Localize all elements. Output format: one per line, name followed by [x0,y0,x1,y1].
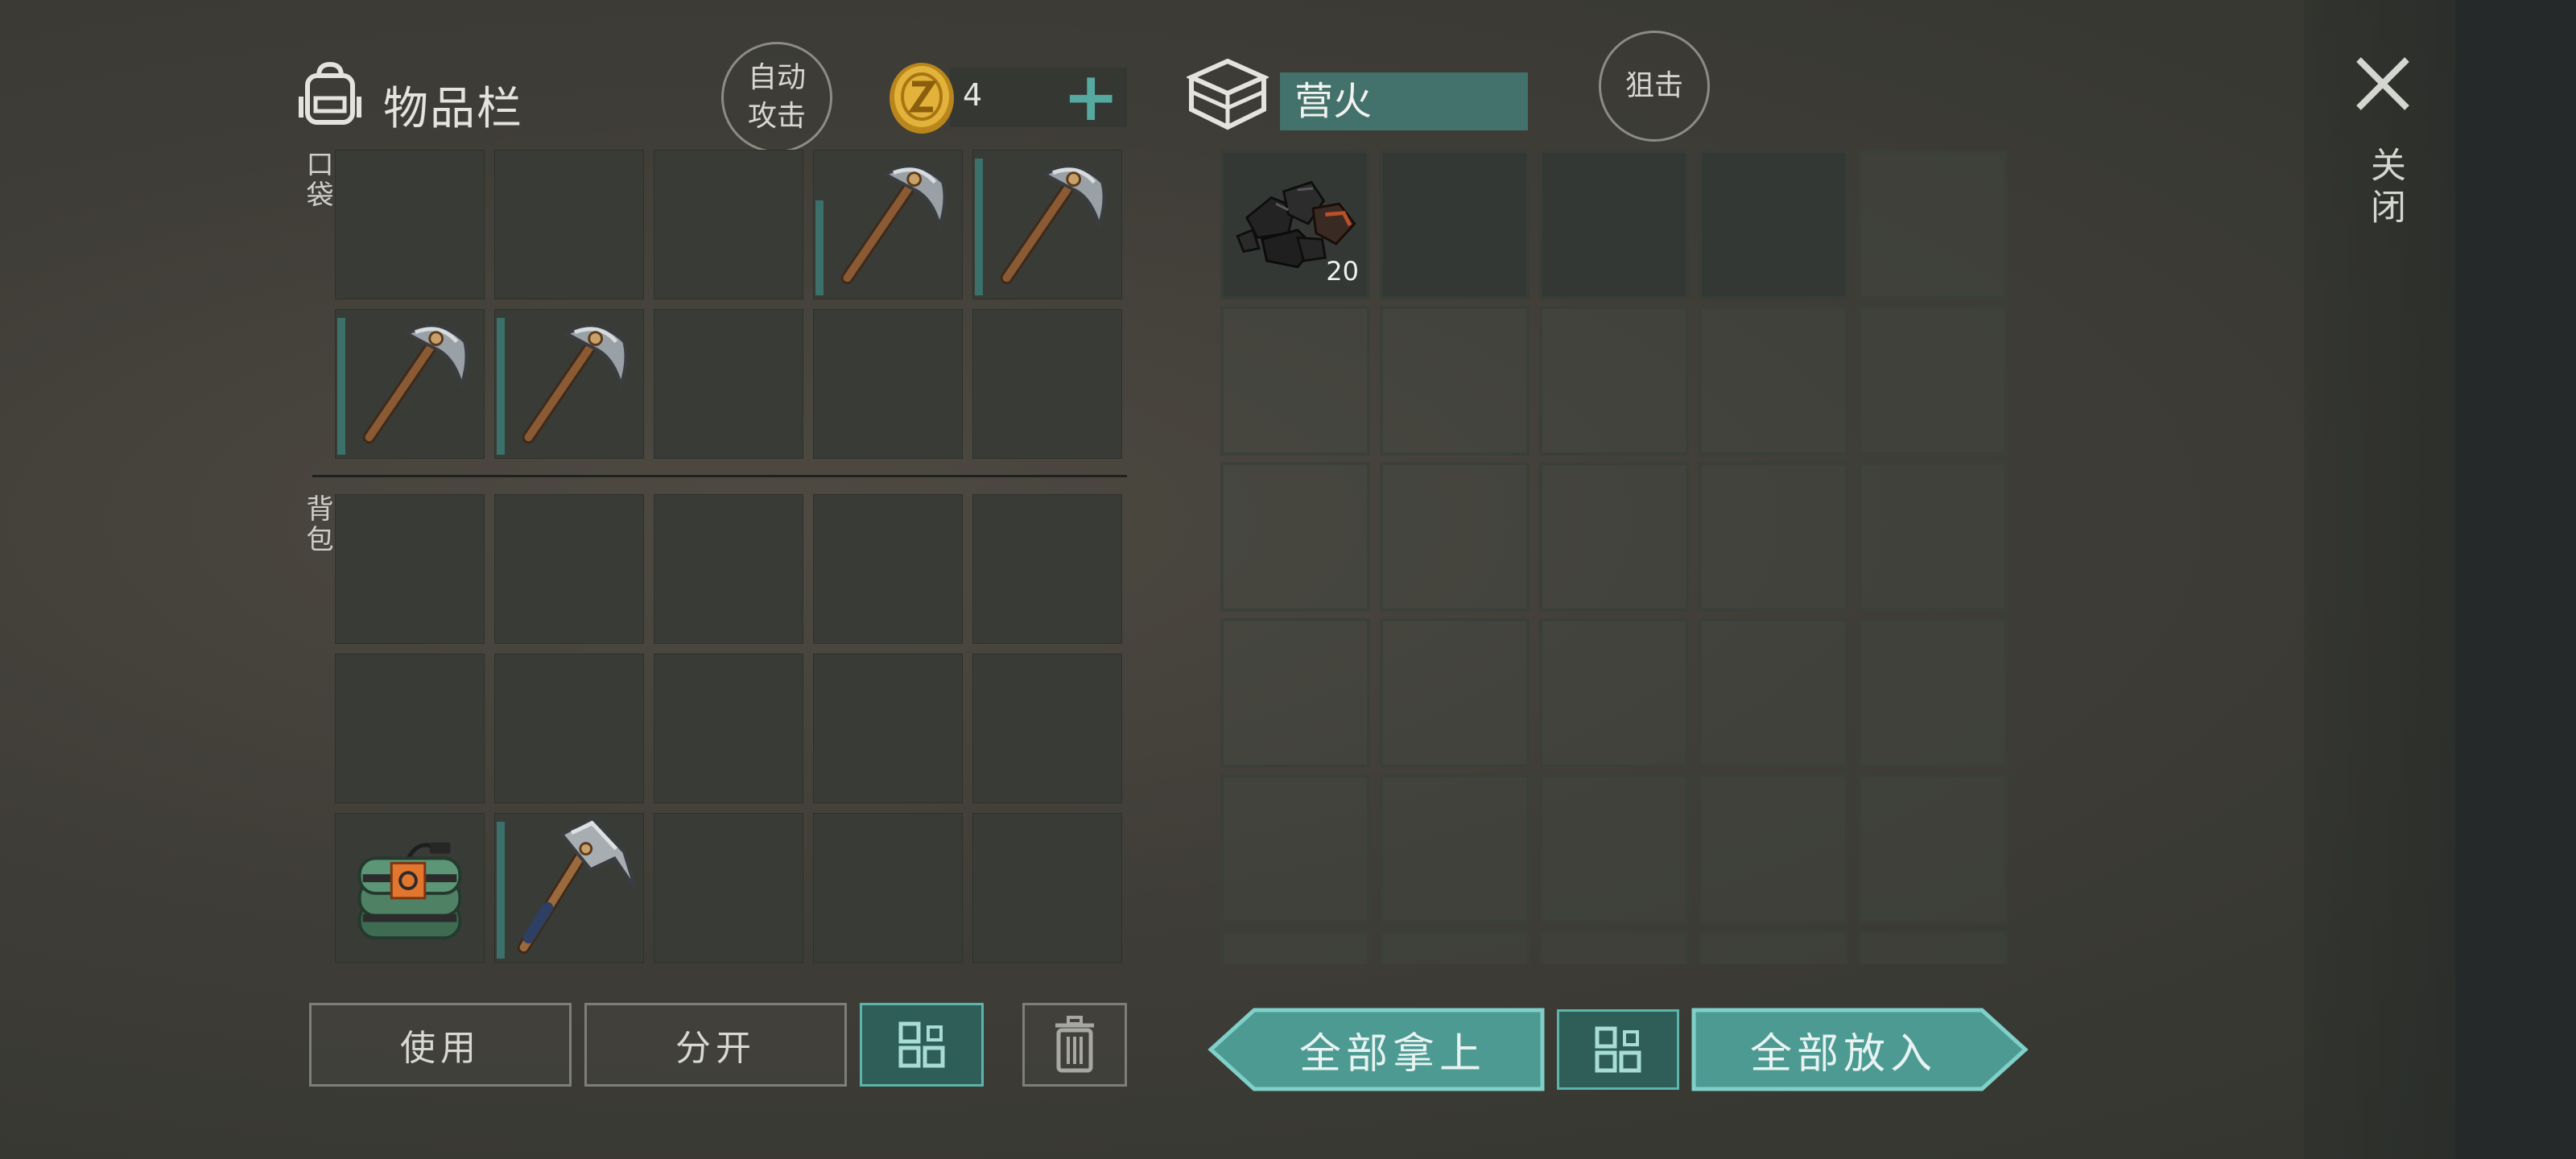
add-coins-button[interactable]: + [1063,63,1119,130]
container-slot[interactable] [1858,150,2008,299]
backpack-slot[interactable] [972,494,1122,644]
coin-count: 4 [963,77,983,113]
container-name-field[interactable]: 营火 [1280,72,1528,130]
container-slot[interactable] [1699,930,1848,964]
pocket-slot[interactable] [494,150,644,299]
container-slot[interactable] [1539,306,1689,456]
pickaxe-icon [495,310,643,458]
backpack-slot[interactable] [813,654,963,803]
container-slot[interactable] [1380,462,1530,612]
container-slot[interactable] [1380,618,1530,768]
backpack-label: 背包 [301,494,333,555]
use-button[interactable]: 使用 [309,1003,572,1087]
coin-icon [886,60,958,137]
container-slot[interactable] [1539,774,1689,924]
pickaxe-icon [336,310,484,458]
screen-edge [2455,0,2576,1159]
container-slot[interactable] [1699,774,1848,924]
container-slot[interactable] [1380,774,1530,924]
pocket-slot-pickaxe[interactable] [813,150,963,299]
pocket-slot[interactable] [654,150,803,299]
backpack-slot[interactable] [972,654,1122,803]
section-divider [312,475,1127,477]
container-slot-coal[interactable]: 20 [1220,150,1370,299]
container-slot[interactable] [1380,150,1530,299]
backpack-slot[interactable] [813,494,963,644]
take-all-button[interactable]: 全部拿上 [1208,1008,1546,1091]
container-slot[interactable] [1220,774,1370,924]
backpack-slot[interactable] [494,494,644,644]
container-icon [1185,56,1270,132]
auto-attack-button[interactable]: 自动 攻击 [721,42,832,153]
hammer-icon [517,816,638,955]
container-slot[interactable] [1220,306,1370,456]
container-slot[interactable] [1539,462,1689,612]
container-slot[interactable] [1380,306,1530,456]
pocket-slot[interactable] [972,309,1122,459]
backpack-slot[interactable] [654,494,803,644]
pocket-slot[interactable] [654,309,803,459]
container-grid: 20 [1220,150,2017,964]
container-slot[interactable] [1858,618,2008,768]
container-slot[interactable] [1539,150,1689,299]
container-slot[interactable] [1858,930,2008,964]
put-all-button[interactable]: 全部放入 [1690,1008,2029,1091]
sort-container-button[interactable] [1557,1009,1679,1090]
container-slot[interactable] [1220,618,1370,768]
container-slot[interactable] [1858,306,2008,456]
snipe-button[interactable]: 狙击 [1599,31,1710,142]
container-slot[interactable] [1220,462,1370,612]
pocket-slot[interactable] [335,150,485,299]
put-all-label: 全部放入 [1749,1029,1937,1079]
grid-sort-icon [898,1021,945,1068]
sort-inventory-button[interactable] [860,1003,984,1087]
container-slot[interactable] [1858,774,2008,924]
container-slot[interactable] [1699,306,1848,456]
pocket-label: 口袋 [301,150,333,211]
trash-button[interactable] [1022,1003,1127,1087]
backpack-slot[interactable] [972,813,1122,963]
pocket-slot[interactable] [813,309,963,459]
dynamite-bundle-icon [357,842,462,940]
item-quantity: 20 [1326,256,1359,287]
inventory-title: 物品栏 [383,83,523,135]
container-slot[interactable] [1858,462,2008,612]
pocket-slot-pickaxe[interactable] [494,309,644,459]
container-slot[interactable] [1220,930,1370,964]
container-slot[interactable] [1699,462,1848,612]
take-all-label: 全部拿上 [1298,1029,1486,1079]
backpack-slot[interactable] [813,813,963,963]
backpack-slot[interactable] [494,654,644,803]
container-slot[interactable] [1380,930,1530,964]
pickaxe-icon [973,151,1121,299]
pocket-slot-pickaxe[interactable] [972,150,1122,299]
pocket-slot-pickaxe[interactable] [335,309,485,459]
trash-icon [1055,1016,1094,1073]
container-slot[interactable] [1539,930,1689,964]
container-slot[interactable] [1539,618,1689,768]
container-slot[interactable] [1699,618,1848,768]
backpack-icon [296,60,364,127]
backpack-slot-hammer[interactable] [494,813,644,963]
backpack-slot[interactable] [335,494,485,644]
grid-sort-icon [1595,1026,1641,1073]
close-icon[interactable] [2351,52,2415,116]
pickaxe-icon [814,151,962,299]
close-label[interactable]: 关闭 [2359,146,2410,230]
container-slot[interactable] [1699,150,1848,299]
backpack-slot-dynamite[interactable] [335,813,485,963]
backpack-slot[interactable] [654,654,803,803]
backpack-slot[interactable] [335,654,485,803]
backpack-slot[interactable] [654,813,803,963]
split-button[interactable]: 分开 [584,1003,847,1087]
